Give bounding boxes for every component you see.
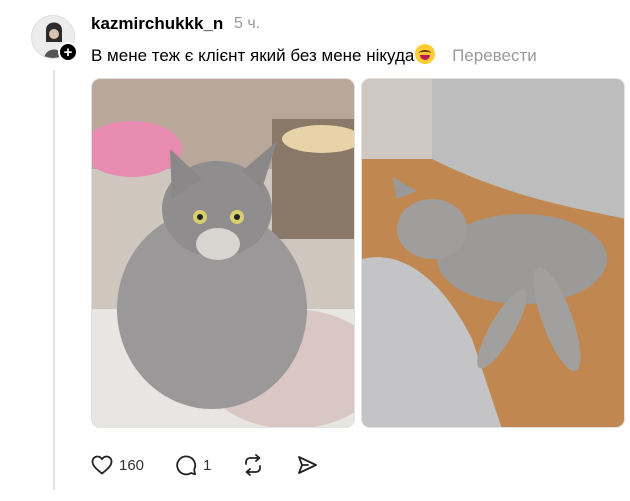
translate-link[interactable]: Перевести (452, 46, 537, 65)
post-actions: 160 1 (91, 452, 318, 478)
repost-icon (245, 454, 262, 476)
share-icon (298, 456, 318, 474)
post-timestamp: 5 ч. (234, 15, 261, 32)
heart-icon (91, 455, 113, 475)
thread-line (53, 70, 55, 490)
comment-icon (176, 455, 197, 476)
post-text: В мене теж є клієнт який без мене нікуда (91, 46, 415, 65)
cat-sitting-image (92, 79, 354, 427)
username[interactable]: kazmirchukkk_n (91, 14, 223, 34)
share-button[interactable] (296, 454, 318, 476)
follow-plus-icon[interactable]: + (58, 42, 78, 62)
photo-cat-sitting[interactable] (91, 78, 355, 428)
repost-button[interactable] (242, 454, 264, 476)
photo-cat-sleeping[interactable] (361, 78, 625, 428)
avatar-container[interactable]: + (31, 15, 78, 62)
crazy-face-emoji-icon (415, 44, 436, 64)
comment-button[interactable]: 1 (175, 454, 211, 476)
cat-sleeping-image (362, 79, 624, 427)
like-button[interactable]: 160 (91, 455, 144, 475)
comment-count: 1 (203, 456, 212, 474)
like-count: 160 (119, 456, 145, 474)
post-text-row: В мене теж є клієнт який без мене нікуда… (91, 44, 537, 66)
